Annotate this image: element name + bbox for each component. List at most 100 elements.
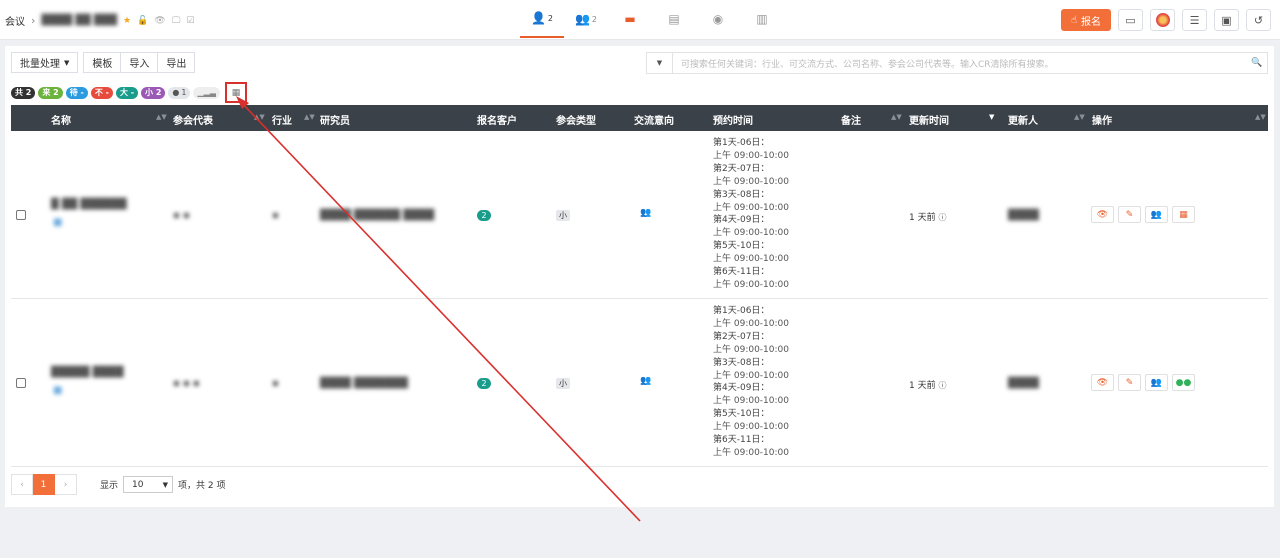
badge-total[interactable]: 共 2 (11, 86, 36, 99)
edit-button[interactable]: ✎ (1118, 374, 1141, 391)
sort-desc-icon[interactable]: ▼ (989, 113, 994, 121)
prev-page-button[interactable]: ‹ (11, 474, 33, 495)
company-name[interactable]: █████ ████ (51, 367, 123, 378)
col-updated[interactable]: 更新时间 (909, 112, 949, 127)
wechat-button[interactable]: ●● (1172, 374, 1195, 391)
group-button[interactable]: 👥 (1145, 374, 1168, 391)
col-updater[interactable]: 更新人 (1008, 112, 1038, 127)
row-checkbox[interactable] (16, 210, 26, 220)
badge-large[interactable]: 大 - (115, 86, 139, 99)
col-intent[interactable]: 交流意向 (634, 112, 674, 127)
eye-icon: 👁 (1096, 209, 1109, 220)
schedule-list: 第1天-06日： 上午 09:00-10:00 第2天-07日： 上午 09:0… (713, 138, 789, 290)
industry-value: ▪ (272, 378, 279, 389)
display-button[interactable]: ▭ (1118, 9, 1143, 31)
page-1-button[interactable]: 1 (33, 474, 55, 495)
calculator-highlight[interactable]: ▦ (224, 82, 247, 103)
calendar-button[interactable]: ▦ (1172, 206, 1195, 223)
row-checkbox[interactable] (16, 378, 26, 388)
filter-settings-button[interactable]: ☰ (1182, 9, 1207, 31)
users-icon: 👥 (640, 376, 652, 386)
tab-calculator[interactable]: ▤ (652, 0, 696, 38)
clients-count-badge[interactable]: 2 (477, 378, 491, 389)
col-type[interactable]: 参会类型 (556, 112, 596, 127)
caret-down-icon: ▼ (656, 59, 663, 67)
page-size-control: 显示 10 ▼ 项，共 2 项 (100, 476, 225, 493)
users-icon: 👥 (1150, 377, 1163, 388)
wechat-icon: ● (172, 88, 180, 97)
col-note[interactable]: 备注 (841, 112, 861, 127)
breadcrumb: 会议 › ████ ██ ███ ★ 🔓 👁 🖵 ☑ (5, 13, 194, 28)
table-row: █████ ████ ■ ▪ ▪ ▪ ▪ ████ ███████ 2 小 👥 … (11, 299, 1268, 467)
col-researcher[interactable]: 研究员 (320, 112, 350, 127)
signal-icon: ▁▂▃ (197, 88, 216, 97)
col-name[interactable]: 名称 (51, 112, 71, 127)
wechat-icon: ●● (1175, 377, 1192, 388)
import-button[interactable]: 导入 (121, 52, 159, 73)
sort-icon[interactable]: ▲▼ (1074, 113, 1085, 121)
table-row: █ ██ ██████ ■ ▪ ▪ ▪ ████ ██████ ████ 2 小… (11, 131, 1268, 299)
type-badge: 小 (556, 210, 570, 221)
sort-icon[interactable]: ▲▼ (156, 113, 167, 121)
sort-icon[interactable]: ▲▼ (1255, 113, 1266, 121)
template-button[interactable]: 模板 (83, 52, 122, 73)
badge-coming[interactable]: 来 2 (38, 86, 63, 99)
col-time[interactable]: 预约时间 (713, 112, 753, 127)
info-icon[interactable]: ⓘ (938, 213, 946, 222)
view-button[interactable]: 👁 (1091, 206, 1114, 223)
signal-badge[interactable]: ▁▂▃ (193, 86, 220, 99)
signup-button[interactable]: ☝ 报名 (1061, 9, 1111, 31)
bar-chart-icon: ▥ (756, 12, 768, 26)
sort-icon[interactable]: ▲▼ (891, 113, 902, 121)
info-icon[interactable]: ⓘ (938, 381, 946, 390)
edit-button[interactable]: ✎ (1118, 206, 1141, 223)
header-actions: ☝ 报名 ▭ ☰ ▣ ↺ (1061, 9, 1271, 31)
table-header: 名称 ▲▼ 参会代表 ▲▼ 行业 ▲▼ 研究员 报名客户 参会类型 交流意向 预… (11, 105, 1268, 131)
col-industry[interactable]: 行业 (272, 112, 292, 127)
group-button[interactable]: 👥 (1145, 206, 1168, 223)
status-badges: 共 2 来 2 待 - 不 - 大 - 小 2 ● 1 ▁▂▃ ▦ (11, 82, 247, 103)
meeting-name: ████ ██ ███ (41, 15, 117, 26)
page-size-select[interactable]: 10 ▼ (123, 476, 174, 493)
clients-count-badge[interactable]: 2 (477, 210, 491, 221)
updated-time: 1 天前 ⓘ (909, 381, 947, 391)
breadcrumb-root[interactable]: 会议 (5, 13, 25, 28)
sliders-icon: ☰ (1189, 13, 1200, 27)
badge-declined[interactable]: 不 - (90, 86, 113, 99)
badge-wechat[interactable]: ● 1 (168, 86, 191, 99)
sort-icon[interactable]: ▲▼ (254, 113, 265, 121)
tab-stats[interactable]: ▥ (740, 0, 784, 38)
checkbox-icon[interactable]: ☑ (186, 16, 194, 26)
tab-groups[interactable]: 👥 2 (564, 0, 608, 38)
search-input[interactable]: 可搜索任何关键词：行业、可交流方式、公司名称、参会公司代表等。输入CR清除所有搜… (673, 57, 1247, 70)
avatar-button[interactable] (1150, 9, 1175, 31)
badge-pending[interactable]: 待 - (65, 86, 88, 99)
tab-users[interactable]: 👤 2 (520, 0, 564, 38)
next-page-button[interactable]: › (55, 474, 77, 495)
researcher-value: ████ ███████ (320, 378, 408, 389)
view-button[interactable]: 👁 (1091, 374, 1114, 391)
star-icon[interactable]: ★ (123, 16, 131, 26)
updated-time: 1 天前 ⓘ (909, 213, 947, 223)
monitor-icon[interactable]: 🖵 (172, 16, 181, 26)
pagination: ‹ 1 › 显示 10 ▼ 项，共 2 项 (11, 474, 225, 495)
sort-icon[interactable]: ▲▼ (304, 113, 315, 121)
tab-ticket[interactable]: ▬ (608, 0, 652, 38)
search-icon[interactable]: 🔍 (1247, 58, 1267, 68)
eye-icon[interactable]: 👁 (154, 16, 165, 26)
batch-dropdown[interactable]: 批量处理 ▼ (11, 52, 79, 73)
id-card-button[interactable]: ▣ (1214, 9, 1239, 31)
company-name[interactable]: █ ██ ██████ (51, 199, 127, 210)
export-button[interactable]: 导出 (158, 52, 196, 73)
lock-icon[interactable]: 🔓 (137, 16, 148, 26)
type-badge: 小 (556, 378, 570, 389)
user-icon: 👤 (530, 11, 546, 25)
users-icon: 👥 (1150, 209, 1163, 220)
badge-small[interactable]: 小 2 (141, 86, 166, 99)
history-button[interactable]: ↺ (1246, 9, 1271, 31)
tab-person[interactable]: ◉ (696, 0, 740, 38)
ticket-icon: ▬ (624, 12, 636, 26)
col-clients[interactable]: 报名客户 (477, 112, 517, 127)
col-rep[interactable]: 参会代表 (173, 112, 213, 127)
search-filter-dropdown[interactable]: ▼ (647, 53, 673, 73)
